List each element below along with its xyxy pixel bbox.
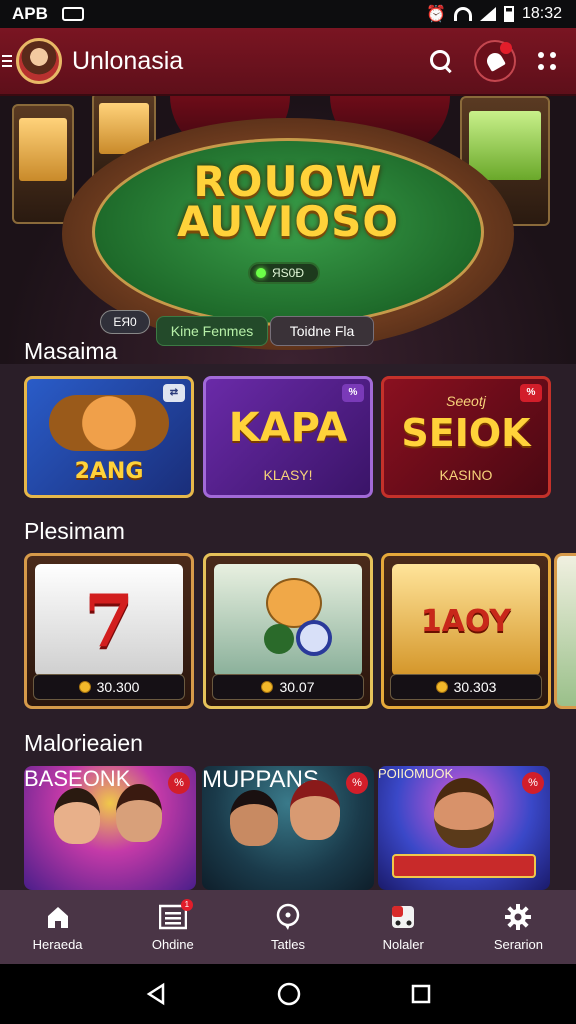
favorite-icon[interactable]: % (168, 772, 190, 794)
slot-card-1aoy[interactable]: 1AOY 30.303 (381, 553, 551, 709)
nav-label: Ohdine (151, 936, 194, 952)
section-title-malorieaien: Malorieaien (24, 730, 143, 756)
bottom-nav: Heraeda 1 Ohdine Tatles Nolaler Serarion (0, 890, 576, 964)
hero-primary-button[interactable]: Kine Fenmes (156, 316, 268, 346)
dice-icon (389, 903, 417, 931)
game-card-kapa[interactable]: KAPA KLASY! % (203, 376, 373, 498)
list-icon: 1 (158, 898, 193, 931)
slot-price: 30.300 (33, 674, 185, 700)
slot-price: 30.07 (212, 674, 364, 700)
hero-online-pill: ЯS0Ð (248, 262, 320, 284)
menu-icon[interactable] (2, 55, 12, 67)
nav-label: Tatles (271, 936, 305, 952)
status-time: 18:32 (521, 5, 562, 22)
shuffle-icon: ⇄ (163, 384, 185, 402)
nav-label: Heraeda (32, 936, 83, 952)
hero-secondary-button[interactable]: Toidne Fla (270, 316, 374, 346)
nav-item-dice[interactable]: Nolaler (346, 890, 461, 964)
system-nav-bar (0, 964, 576, 1024)
favorite-icon[interactable]: % (522, 772, 544, 794)
live-card-baseonk[interactable]: BASEONK % (24, 766, 196, 890)
nav-item-home[interactable]: Heraeda (0, 890, 115, 964)
slot-card-puppy[interactable]: 30.07 (203, 553, 373, 709)
app-bar: Unlonasia (0, 28, 576, 96)
apps-grid-icon[interactable] (538, 52, 556, 70)
notification-icon (61, 7, 84, 21)
nav-item-settings[interactable]: Serarion (461, 890, 576, 964)
coin-icon (78, 681, 91, 693)
battery-icon (503, 6, 514, 22)
notifications-button[interactable] (474, 40, 516, 82)
slot-card-partial[interactable] (554, 553, 576, 709)
hero-title: ROUOW AUVIOSO (176, 157, 400, 246)
live-card-poiiomuok[interactable]: POIIOMUOK % (378, 766, 550, 890)
slot-art: 1AOY (392, 564, 540, 676)
alarm-icon: ⏰ (426, 6, 446, 23)
back-icon[interactable] (144, 982, 168, 1006)
nav-badge: 1 (180, 898, 193, 911)
coin-icon (261, 681, 274, 693)
nav-item-chat[interactable]: Tatles (230, 890, 345, 964)
coin-icon (435, 681, 448, 693)
slot-price: 30.303 (390, 674, 542, 700)
live-card-muppans[interactable]: MUPPANS % (202, 766, 374, 890)
favorite-icon[interactable]: % (346, 772, 368, 794)
status-bar: APB ⏰ 18:32 (0, 0, 576, 28)
hero-chip[interactable]: EЯ0 (100, 310, 150, 334)
gear-icon (504, 903, 532, 931)
chat-icon (274, 903, 302, 931)
notification-badge (500, 42, 512, 54)
nav-label: Nolaler (382, 936, 424, 952)
app-title: Unlonasia (72, 46, 184, 75)
discount-badge: % (520, 384, 542, 402)
nav-item-list[interactable]: 1 Ohdine (115, 890, 230, 964)
slot-art (214, 564, 362, 676)
signal-icon (479, 7, 496, 21)
section-title-plesimam: Plesimam (24, 518, 125, 544)
online-dot-icon (256, 268, 266, 278)
discount-badge: % (342, 384, 364, 402)
game-card-2ang[interactable]: 2ANG ⇄ (24, 376, 194, 498)
slot-card-sevens[interactable]: 7 30.300 (24, 553, 194, 709)
home-icon (44, 903, 72, 931)
search-icon[interactable] (430, 50, 452, 72)
game-art (49, 395, 169, 451)
home-circle-icon[interactable] (276, 981, 302, 1007)
slot-art: 7 (35, 564, 183, 676)
game-card-seiok[interactable]: Seeotj SEIOK KASINO % (381, 376, 551, 498)
nav-label: Serarion (493, 936, 543, 952)
hero-banner[interactable]: ROUOW AUVIOSO ЯS0Ð EЯ0 Kine Fenmes Toidn… (0, 96, 576, 364)
recents-icon[interactable] (410, 983, 432, 1005)
avatar[interactable] (16, 38, 62, 84)
wifi-icon (453, 7, 472, 21)
section-title-masaima: Masaima (24, 338, 118, 364)
status-left-text: APB (12, 4, 48, 23)
